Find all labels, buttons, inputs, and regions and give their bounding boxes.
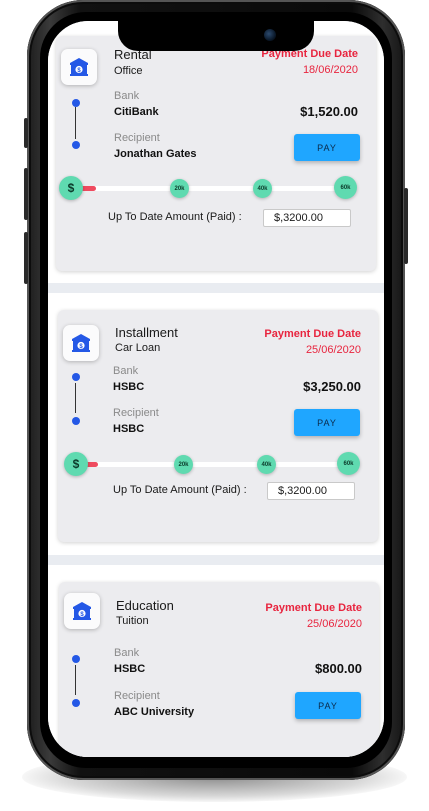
timeline-dot-top xyxy=(72,655,80,663)
progress-track xyxy=(74,462,346,467)
timeline-line xyxy=(75,665,76,695)
recipient-name: ABC University xyxy=(114,706,195,718)
amount-value: $800.00 xyxy=(315,661,362,676)
timeline-dot-bottom xyxy=(72,141,80,149)
due-date-value: 18/06/2020 xyxy=(302,64,358,76)
notch xyxy=(118,21,314,51)
recipient-name: HSBC xyxy=(113,423,145,435)
bank-icon: $ xyxy=(70,58,88,76)
paid-amount-input[interactable] xyxy=(267,482,355,500)
payment-section: $ Installment Car Loan Payment Due Date … xyxy=(48,293,384,555)
bank-label: Bank xyxy=(113,365,139,377)
payment-section: $ Rental Office Payment Due Date 18/06/2… xyxy=(48,21,384,283)
card-subtitle: Car Loan xyxy=(115,342,161,354)
bank-label: Bank xyxy=(114,90,140,102)
amount-value: $1,520.00 xyxy=(300,104,358,119)
timeline-dot-bottom xyxy=(72,699,80,707)
payment-card[interactable]: $ Rental Office Payment Due Date 18/06/2… xyxy=(56,36,376,271)
category-icon-box: $ xyxy=(64,593,100,629)
card-subtitle: Tuition xyxy=(116,615,149,627)
progress-start-marker: $ xyxy=(59,176,83,200)
paid-amount-label: Up To Date Amount (Paid) : xyxy=(108,211,242,223)
phone-frame: $ Rental Office Payment Due Date 18/06/2… xyxy=(24,0,408,780)
pay-button[interactable]: PAY xyxy=(294,409,360,436)
category-icon-box: $ xyxy=(61,49,97,85)
recipient-label: Recipient xyxy=(114,132,160,144)
payment-card[interactable]: $ Education Tuition Payment Due Date 25/… xyxy=(59,582,379,757)
milestone-marker: 40k xyxy=(253,179,272,198)
timeline-line xyxy=(75,107,76,139)
front-camera xyxy=(264,29,276,41)
phone-bezel: $ Rental Office Payment Due Date 18/06/2… xyxy=(40,12,392,768)
volume-down-button xyxy=(24,232,28,284)
bank-label: Bank xyxy=(114,647,140,659)
milestone-marker: 60k xyxy=(334,176,357,199)
pay-button[interactable]: PAY xyxy=(295,692,361,719)
amount-value: $3,250.00 xyxy=(303,379,361,394)
timeline-dot-bottom xyxy=(72,417,80,425)
milestone-marker: 40k xyxy=(257,455,276,474)
due-date-label: Payment Due Date xyxy=(265,602,362,614)
bank-name: HSBC xyxy=(114,663,146,675)
timeline-dot-top xyxy=(72,373,80,381)
power-button xyxy=(404,188,408,264)
bank-icon: $ xyxy=(73,602,91,620)
bank-name: CitiBank xyxy=(114,106,159,118)
category-icon-box: $ xyxy=(63,325,99,361)
due-date-value: 25/06/2020 xyxy=(306,618,362,630)
progress-start-marker: $ xyxy=(64,452,88,476)
milestone-marker: 20k xyxy=(170,179,189,198)
due-date-label: Payment Due Date xyxy=(264,328,361,340)
bank-name: HSBC xyxy=(113,381,145,393)
recipient-name: Jonathan Gates xyxy=(114,148,197,160)
payment-card[interactable]: $ Installment Car Loan Payment Due Date … xyxy=(58,310,378,542)
progress-track xyxy=(71,186,348,191)
volume-up-button xyxy=(24,168,28,220)
card-subtitle: Office xyxy=(114,65,143,77)
bank-icon: $ xyxy=(72,334,90,352)
timeline-line xyxy=(75,383,76,413)
app-screen: $ Rental Office Payment Due Date 18/06/2… xyxy=(48,21,384,757)
payment-section: $ Education Tuition Payment Due Date 25/… xyxy=(48,565,384,757)
mute-switch xyxy=(24,118,28,148)
pay-button[interactable]: PAY xyxy=(294,134,360,161)
due-date-value: 25/06/2020 xyxy=(305,344,361,356)
milestone-marker: 20k xyxy=(174,455,193,474)
card-title: Installment xyxy=(115,325,178,340)
paid-amount-label: Up To Date Amount (Paid) : xyxy=(113,484,247,496)
recipient-label: Recipient xyxy=(113,407,159,419)
timeline-dot-top xyxy=(72,99,80,107)
paid-amount-input[interactable] xyxy=(263,209,351,227)
card-title: Education xyxy=(116,598,174,613)
recipient-label: Recipient xyxy=(114,690,160,702)
milestone-marker: 60k xyxy=(337,452,360,475)
